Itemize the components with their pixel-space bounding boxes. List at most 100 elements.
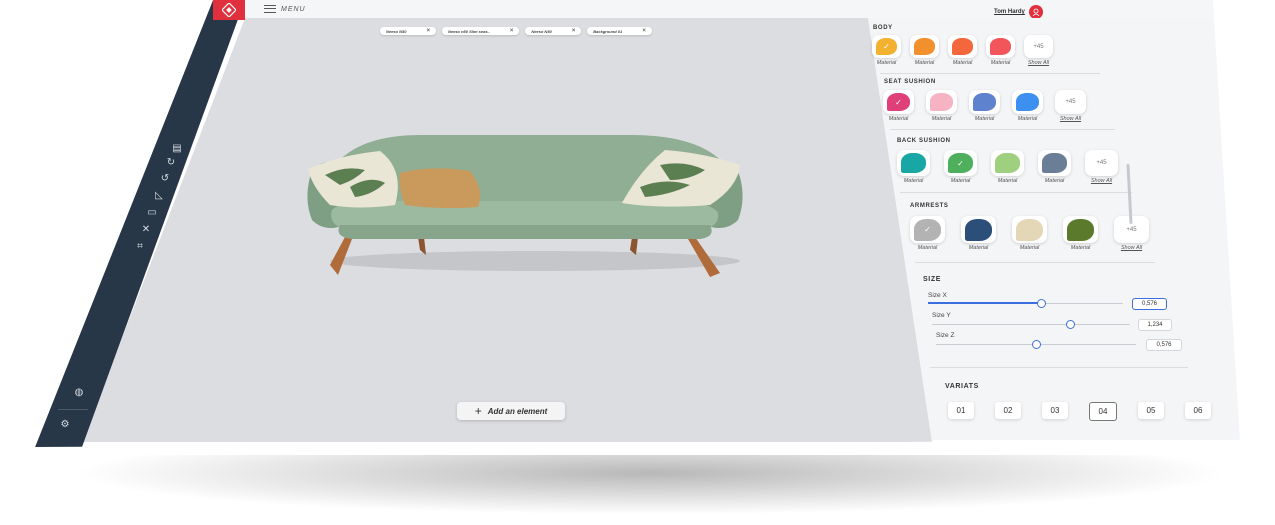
swatch-chip[interactable] [926,90,957,114]
undo-icon[interactable]: ↺ [159,173,171,185]
open-tabs: Neeso N50 × Neeso n50 Slim seas.. × Neeso … [380,27,652,35]
swatch-chip[interactable] [991,150,1024,176]
tab-1[interactable]: Neeso n50 Slim seas.. × [441,27,520,35]
user-name: Tom Hardy [994,9,1025,15]
plus-icon: + [474,404,482,418]
show-all-link[interactable]: Show All [1060,116,1081,122]
size-x-handle[interactable] [1036,299,1046,308]
armrests-swatch-0[interactable]: ✓ Material [910,216,945,251]
back-more[interactable]: +45 Show All [1085,150,1118,184]
close-icon[interactable]: × [642,28,646,34]
seat-swatch-0[interactable]: ✓ Material [883,90,914,122]
show-all-link[interactable]: Show All [1091,178,1112,184]
seat-more[interactable]: +45 Show All [1055,90,1086,122]
variant-button-03[interactable]: 03 [1042,402,1068,419]
ruler-icon[interactable]: ◺ [153,190,165,202]
seat-swatch-2[interactable]: Material [969,90,1000,122]
app-stage: MENU Tom Hardy Neeso N50 × Neeso n50 Slim… [0,0,1275,525]
sofa-preview[interactable] [300,125,750,285]
tab-3[interactable]: Background 01 × [587,27,652,35]
size-y-value[interactable]: 1,234 [1138,319,1172,331]
add-element-label: Add an element [487,406,548,416]
body-swatches: ✓ Material Material Material Material +45 Show… [872,35,1053,66]
body-swatch-3[interactable]: Material [986,35,1015,66]
seat-swatch-1[interactable]: Material [926,90,957,122]
variant-button-06[interactable]: 06 [1185,402,1211,419]
body-swatch-1[interactable]: Material [910,35,939,66]
swatch-label: Material [1017,116,1038,122]
bulb-icon[interactable]: ◍ [73,387,85,399]
size-z-value[interactable]: 0,576 [1146,339,1182,351]
swatch-chip[interactable] [948,35,977,58]
armrests-swatch-1[interactable]: Material [961,216,996,251]
variants-title: VARIATS [945,383,979,390]
back-swatch-0[interactable]: Material [897,150,930,184]
image-icon[interactable]: ▭ [146,207,158,219]
back-swatch-1[interactable]: ✓ Material [944,150,977,184]
add-element-button[interactable]: + Add an element [457,402,565,420]
swatch-label: Material [1044,178,1065,184]
divider [900,192,1132,193]
size-title: SIZE [923,276,941,283]
close-icon[interactable]: × [572,28,576,34]
calendar-icon[interactable]: ▤ [171,143,183,155]
variant-button-01[interactable]: 01 [948,402,974,419]
armrests-swatches: ✓ Material Material Material Material +45 Show… [910,216,1149,251]
seat-title: SEAT SUSHION [884,79,936,85]
swatch-chip[interactable] [969,90,1000,114]
seat-swatch-3[interactable]: Material [1012,90,1043,122]
crop-icon[interactable]: ⌗ [134,241,146,253]
body-swatch-2[interactable]: Material [948,35,977,66]
material-swatch [973,93,996,111]
size-z-handle[interactable] [1031,340,1041,349]
material-swatch [965,218,992,241]
body-title: BODY [873,25,893,31]
body-more[interactable]: +45 Show All [1024,35,1053,66]
material-swatch [914,38,935,55]
variant-button-04[interactable]: 04 [1089,402,1117,421]
armrests-swatch-3[interactable]: Material [1063,216,1098,251]
swatch-chip[interactable]: ✓ [883,90,914,114]
armrests-swatch-2[interactable]: Material [1012,216,1047,251]
variant-button-02[interactable]: 02 [995,402,1021,419]
back-swatch-2[interactable]: Material [991,150,1024,184]
show-all-link[interactable]: Show All [1121,245,1142,251]
move-icon[interactable]: ✕ [140,224,152,236]
swatch-chip[interactable] [897,150,930,176]
tab-0[interactable]: Neeso N50 × [380,27,436,35]
tab-2[interactable]: Neeso N50 × [525,27,582,35]
swatch-label: Material [950,178,971,184]
user-profile[interactable]: Tom Hardy [994,5,1043,19]
swatch-chip[interactable] [961,216,996,243]
back-swatch-3[interactable]: Material [1038,150,1071,184]
swatch-chip[interactable] [1012,216,1047,243]
more-count[interactable]: +45 [1024,35,1053,58]
show-all-link[interactable]: Show All [1028,60,1049,66]
swatch-chip[interactable]: ✓ [872,35,901,58]
menu-button[interactable]: MENU [264,5,306,13]
material-swatch: ✓ [876,38,897,55]
body-swatch-0[interactable]: ✓ Material [872,35,901,66]
swatch-chip[interactable] [910,35,939,58]
brand-logo[interactable] [213,0,245,20]
swatch-chip[interactable]: ✓ [944,150,977,176]
swatch-chip[interactable] [1063,216,1098,243]
material-swatch [1016,218,1043,241]
more-count[interactable]: +45 [1055,90,1086,114]
tab-label: Neeso N50 [386,28,407,34]
swatch-chip[interactable] [986,35,1015,58]
size-x-value[interactable]: 0,576 [1132,298,1167,310]
size-x-label: Size X [928,292,947,299]
close-icon[interactable]: × [426,28,430,34]
close-icon[interactable]: × [510,28,514,34]
swatch-chip[interactable]: ✓ [910,216,945,243]
material-swatch [901,153,926,173]
more-count[interactable]: +45 [1085,150,1118,176]
gear-icon[interactable]: ⚙ [59,419,71,431]
swatch-label: Material [968,245,989,251]
swatch-label: Material [997,178,1018,184]
swatch-chip[interactable] [1038,150,1071,176]
variant-button-05[interactable]: 05 [1138,402,1164,419]
redo-icon[interactable]: ↻ [165,157,177,169]
swatch-chip[interactable] [1012,90,1043,114]
